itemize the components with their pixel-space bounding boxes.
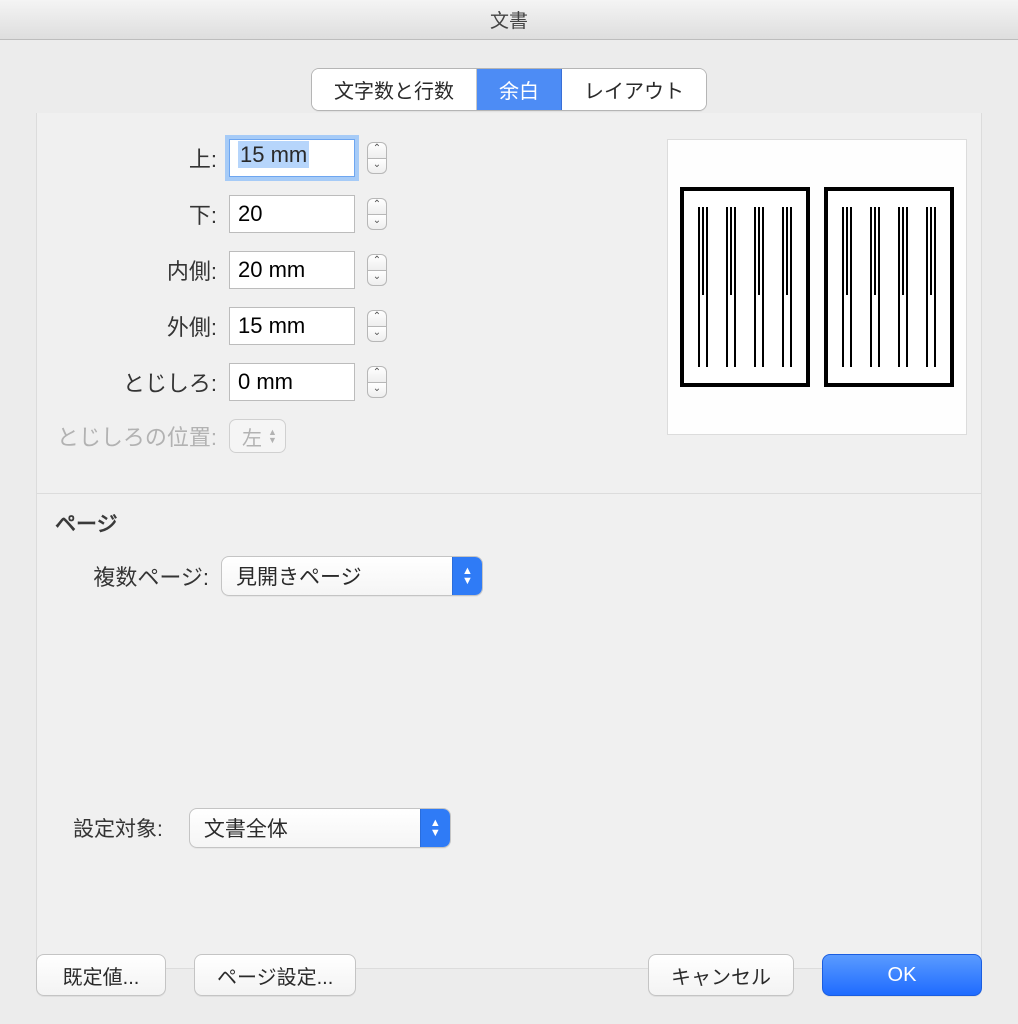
- label-multi-page: 複数ページ:: [37, 560, 221, 592]
- preview-page-left: [680, 187, 810, 387]
- stepper-up-icon[interactable]: ⌃: [367, 366, 387, 382]
- chevron-updown-icon: ▲▼: [268, 428, 277, 444]
- stepper-up-icon[interactable]: ⌃: [367, 198, 387, 214]
- select-multi-page-value: 見開きページ: [236, 561, 376, 591]
- label-gutter-position: とじしろの位置:: [45, 420, 229, 452]
- label-gutter: とじしろ:: [45, 366, 229, 398]
- label-bottom-margin: 下:: [45, 198, 229, 230]
- stepper-down-icon[interactable]: ⌄: [367, 158, 387, 174]
- section-title-page: ページ: [55, 508, 981, 538]
- cancel-button[interactable]: キャンセル: [648, 954, 794, 996]
- stepper-down-icon[interactable]: ⌄: [367, 270, 387, 286]
- select-gutter-position: 左 ▲▼: [229, 419, 286, 453]
- input-top-margin[interactable]: 15 mm: [229, 139, 355, 177]
- stepper-up-icon[interactable]: ⌃: [367, 142, 387, 158]
- window-titlebar: 文書: [0, 0, 1018, 40]
- stepper-up-icon[interactable]: ⌃: [367, 254, 387, 270]
- select-apply-to-value: 文書全体: [204, 813, 302, 843]
- label-top-margin: 上:: [45, 142, 229, 174]
- chevron-updown-icon: ▲▼: [452, 557, 482, 595]
- stepper-down-icon[interactable]: ⌄: [367, 382, 387, 398]
- stepper-bottom-margin[interactable]: ⌃ ⌄: [367, 198, 387, 230]
- preview-page-right: [824, 187, 954, 387]
- window-title: 文書: [490, 6, 528, 33]
- stepper-outer-margin[interactable]: ⌃ ⌄: [367, 310, 387, 342]
- ok-button[interactable]: OK: [822, 954, 982, 996]
- stepper-down-icon[interactable]: ⌄: [367, 214, 387, 230]
- input-top-margin-value: 15 mm: [238, 141, 309, 168]
- tab-layout[interactable]: レイアウト: [562, 69, 706, 110]
- page-setup-button[interactable]: ページ設定...: [194, 954, 356, 996]
- stepper-up-icon[interactable]: ⌃: [367, 310, 387, 326]
- select-apply-to[interactable]: 文書全体 ▲▼: [189, 808, 451, 848]
- stepper-top-margin[interactable]: ⌃ ⌄: [367, 142, 387, 174]
- divider: [37, 493, 981, 494]
- defaults-button[interactable]: 既定値...: [36, 954, 166, 996]
- label-apply-to: 設定対象:: [73, 813, 175, 843]
- tab-chars-lines[interactable]: 文字数と行数: [312, 69, 477, 110]
- input-bottom-margin[interactable]: [229, 195, 355, 233]
- input-outer-margin[interactable]: [229, 307, 355, 345]
- tab-group: 文字数と行数 余白 レイアウト: [311, 68, 707, 111]
- input-gutter[interactable]: [229, 363, 355, 401]
- tab-margins[interactable]: 余白: [477, 69, 562, 110]
- input-inner-margin[interactable]: [229, 251, 355, 289]
- margin-preview: [667, 139, 967, 435]
- stepper-gutter[interactable]: ⌃ ⌄: [367, 366, 387, 398]
- stepper-down-icon[interactable]: ⌄: [367, 326, 387, 342]
- label-inner-margin: 内側:: [45, 254, 229, 286]
- label-outer-margin: 外側:: [45, 310, 229, 342]
- select-multi-page[interactable]: 見開きページ ▲▼: [221, 556, 483, 596]
- chevron-updown-icon: ▲▼: [420, 809, 450, 847]
- content-panel: 上: 15 mm ⌃ ⌄ 下: ⌃ ⌄: [36, 113, 982, 969]
- stepper-inner-margin[interactable]: ⌃ ⌄: [367, 254, 387, 286]
- select-gutter-position-value: 左: [242, 422, 262, 451]
